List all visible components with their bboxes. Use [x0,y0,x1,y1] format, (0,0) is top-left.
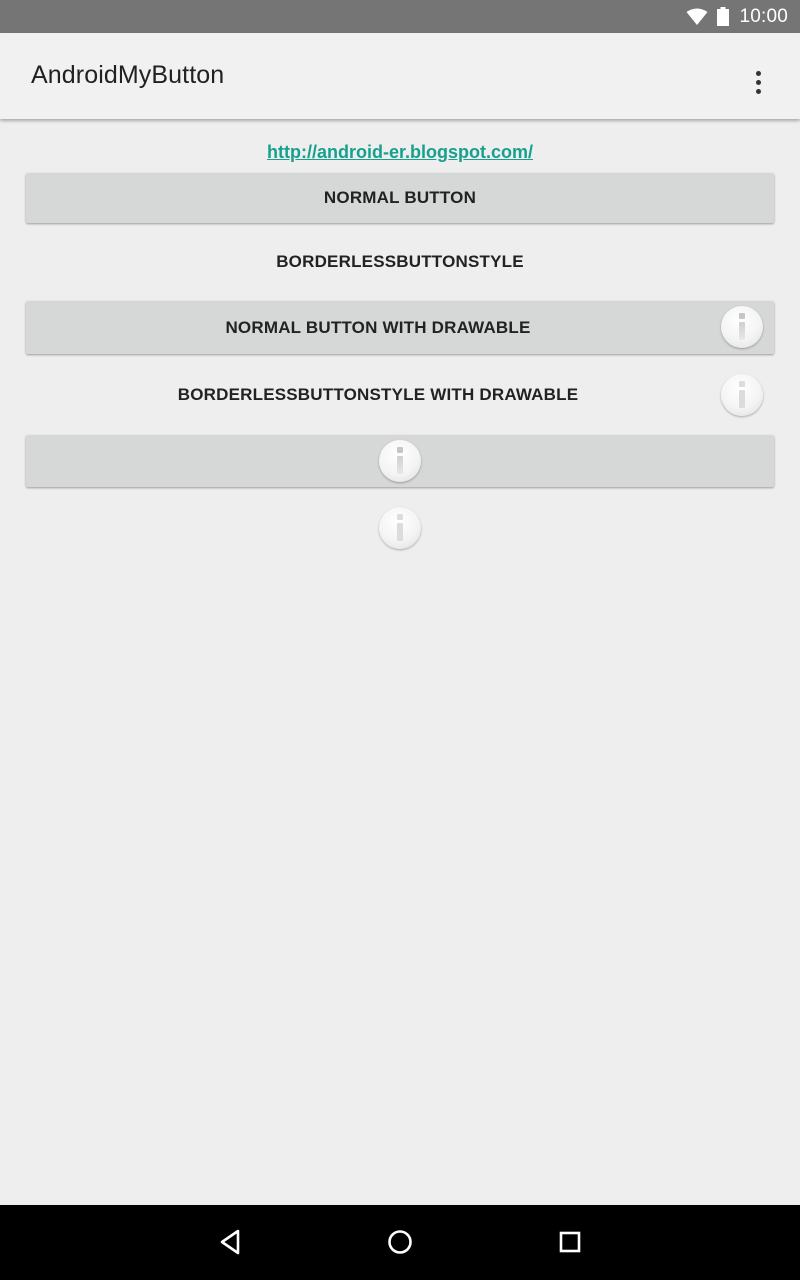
back-icon[interactable] [200,1217,260,1267]
more-vert-icon[interactable] [734,58,782,106]
info-icon [379,507,421,549]
recents-icon[interactable] [540,1217,600,1267]
battery-icon [717,7,730,26]
screen: 10:00 AndroidMyButton http://android-er.… [0,0,800,1280]
borderless-button[interactable]: BORDERLESSBUTTONSTYLE [26,237,774,287]
icon-only-button[interactable] [26,435,774,487]
normal-button-with-drawable-label: NORMAL BUTTON WITH DRAWABLE [225,317,531,337]
wifi-icon [686,8,708,25]
info-icon [721,374,763,416]
blog-link[interactable]: http://android-er.blogspot.com/ [0,142,800,163]
nav-bar [0,1205,800,1280]
app-bar: AndroidMyButton [0,33,800,119]
status-icons: 10:00 [686,0,788,33]
status-time: 10:00 [739,5,788,27]
borderless-icon-only-button[interactable] [26,503,774,553]
normal-button-label: NORMAL BUTTON [323,188,477,207]
borderless-button-with-drawable-label: BORDERLESSBUTTONSTYLE WITH DRAWABLE [177,385,579,404]
borderless-button-label: BORDERLESSBUTTONSTYLE [276,252,524,271]
status-bar: 10:00 [0,0,800,33]
borderless-button-with-drawable[interactable]: BORDERLESSBUTTONSTYLE WITH DRAWABLE [26,369,774,421]
app-title: AndroidMyButton [31,61,225,89]
normal-button-with-drawable[interactable]: NORMAL BUTTON WITH DRAWABLE [26,301,774,354]
home-icon[interactable] [370,1217,430,1267]
info-icon [379,440,421,482]
info-icon [721,306,763,348]
normal-button[interactable]: NORMAL BUTTON [26,173,774,223]
